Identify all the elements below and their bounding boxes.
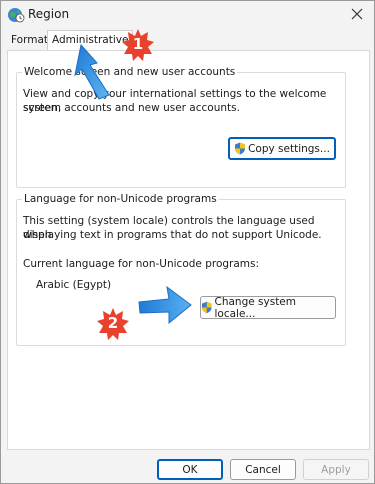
title-bar: Region — [1, 1, 374, 29]
current-language-value: Arabic (Egypt) — [36, 279, 112, 291]
ok-label: OK — [182, 463, 198, 476]
ok-button[interactable]: OK — [157, 459, 223, 480]
step-badge-1-label: 1 — [132, 35, 144, 53]
window-title: Region — [28, 7, 70, 21]
step-badge-2-label: 2 — [107, 314, 119, 332]
globe-clock-icon — [8, 8, 25, 23]
step-badge-2: 2 — [96, 307, 130, 341]
apply-button[interactable]: Apply — [303, 459, 369, 480]
uac-shield-icon — [201, 301, 212, 314]
change-system-locale-label: Change system locale... — [214, 295, 297, 320]
uac-shield-icon — [235, 142, 246, 155]
locale-description-line2: displaying text in programs that do not … — [23, 229, 322, 241]
close-icon — [351, 8, 363, 20]
cancel-button[interactable]: Cancel — [230, 459, 296, 480]
cancel-label: Cancel — [245, 463, 281, 476]
annotation-arrow-1 — [74, 43, 110, 100]
copy-settings-label: Copy settings... — [248, 142, 330, 155]
annotation-arrow-2 — [138, 285, 192, 325]
apply-label: Apply — [321, 463, 351, 476]
region-dialog: Region Formats Administrative Welcome sc… — [0, 0, 375, 484]
welcome-screen-legend: Welcome screen and new user accounts — [22, 66, 238, 78]
copy-settings-button[interactable]: Copy settings... — [228, 137, 336, 160]
change-system-locale-button[interactable]: Change system locale... — [200, 295, 336, 320]
non-unicode-legend: Language for non-Unicode programs — [22, 193, 219, 205]
current-language-label: Current language for non-Unicode program… — [23, 258, 260, 270]
welcome-description-line2: system accounts and new user accounts. — [23, 102, 240, 114]
step-badge-1: 1 — [121, 28, 155, 62]
close-button[interactable] — [344, 3, 370, 25]
administrative-panel: Welcome screen and new user accounts Vie… — [7, 50, 370, 450]
